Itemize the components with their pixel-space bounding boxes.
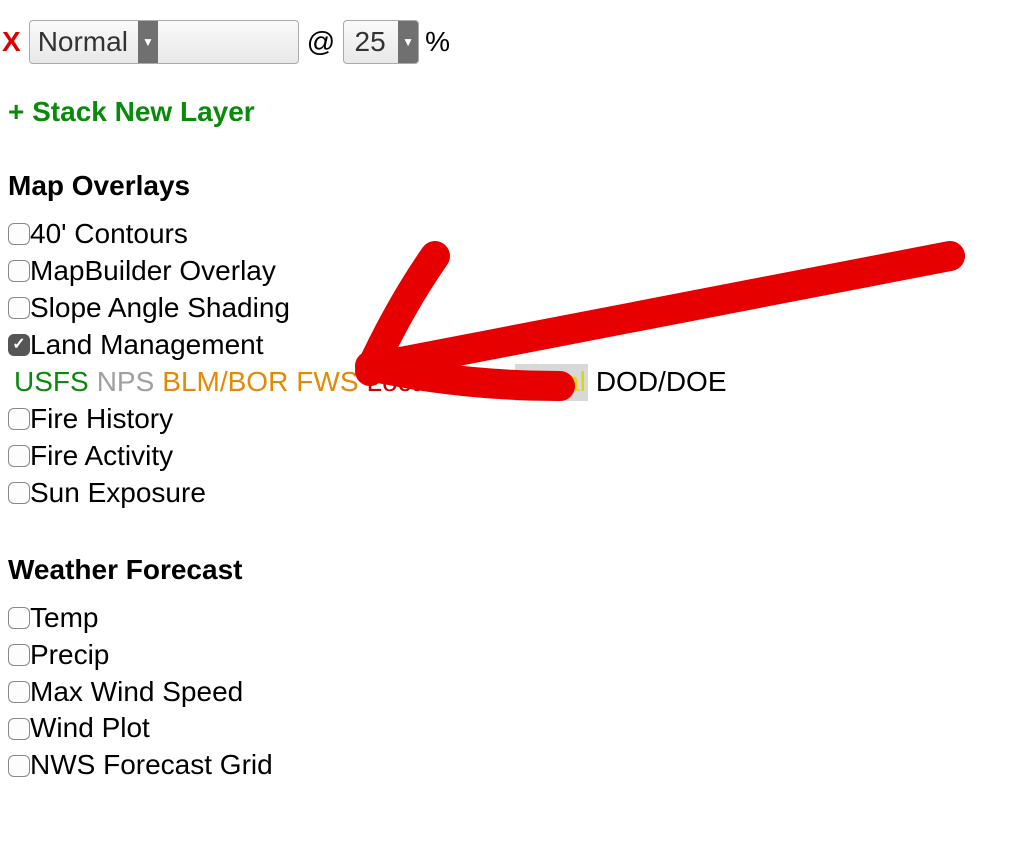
overlay-checkbox-fire-history[interactable]: [8, 408, 30, 430]
overlay-row-land-management: Land Management: [8, 327, 1016, 364]
forecast-checkbox-wind-plot[interactable]: [8, 718, 30, 740]
overlay-checkbox-land-management[interactable]: [8, 334, 30, 356]
overlay-label: MapBuilder Overlay: [30, 253, 276, 290]
weather-forecast-header: Weather Forecast: [8, 554, 1016, 586]
forecast-label: Precip: [30, 637, 109, 674]
overlay-row-fire-activity: Fire Activity: [8, 438, 1016, 475]
layer-type-value: Normal: [30, 21, 138, 63]
legend-state: State: [441, 364, 506, 401]
legend-nps: NPS: [97, 364, 155, 401]
stack-new-layer-button[interactable]: + Stack New Layer: [8, 96, 1016, 128]
overlay-label: Fire Activity: [30, 438, 173, 475]
legend-dod: DOD/DOE: [596, 364, 727, 401]
overlay-checkbox-mapbuilder[interactable]: [8, 260, 30, 282]
overlay-label: Sun Exposure: [30, 475, 206, 512]
overlay-label: Fire History: [30, 401, 173, 438]
forecast-checkbox-nws-grid[interactable]: [8, 755, 30, 777]
forecast-row-temp: Temp: [8, 600, 1016, 637]
forecast-label: NWS Forecast Grid: [30, 747, 273, 784]
delete-layer-button[interactable]: X: [2, 26, 21, 58]
dropdown-arrow-icon: ▼: [138, 21, 158, 63]
percent-label: %: [425, 26, 450, 58]
forecast-checkbox-wind-speed[interactable]: [8, 681, 30, 703]
overlay-label: Slope Angle Shading: [30, 290, 290, 327]
legend-local: Local: [367, 364, 434, 401]
overlay-row-sun-exposure: Sun Exposure: [8, 475, 1016, 512]
dropdown-arrow-icon: ▼: [398, 21, 418, 63]
overlay-label: 40' Contours: [30, 216, 188, 253]
forecast-row-nws-grid: NWS Forecast Grid: [8, 747, 1016, 784]
forecast-label: Max Wind Speed: [30, 674, 243, 711]
forecast-row-wind-plot: Wind Plot: [8, 710, 1016, 747]
legend-blm: BLM/BOR: [162, 364, 288, 401]
overlay-checkbox-slope[interactable]: [8, 297, 30, 319]
forecast-label: Temp: [30, 600, 98, 637]
forecast-row-wind-speed: Max Wind Speed: [8, 674, 1016, 711]
overlay-label: Land Management: [30, 327, 264, 364]
legend-usfs: USFS: [14, 364, 89, 401]
overlay-checkbox-sun-exposure[interactable]: [8, 482, 30, 504]
map-overlays-header: Map Overlays: [8, 170, 1016, 202]
overlay-row-fire-history: Fire History: [8, 401, 1016, 438]
overlay-checkbox-contours[interactable]: [8, 223, 30, 245]
legend-tribal: Tribal: [515, 364, 588, 401]
land-management-legend: USFS NPS BLM/BOR FWS Local State Tribal …: [14, 364, 1016, 401]
overlay-checkbox-fire-activity[interactable]: [8, 445, 30, 467]
at-sign-label: @: [305, 26, 337, 58]
legend-fws: FWS: [296, 364, 358, 401]
forecast-checkbox-precip[interactable]: [8, 644, 30, 666]
forecast-row-precip: Precip: [8, 637, 1016, 674]
forecast-label: Wind Plot: [30, 710, 150, 747]
opacity-value: 25: [344, 21, 398, 63]
overlay-row-slope: Slope Angle Shading: [8, 290, 1016, 327]
opacity-dropdown[interactable]: 25 ▼: [343, 20, 419, 64]
overlay-row-contours: 40' Contours: [8, 216, 1016, 253]
layer-type-dropdown[interactable]: Normal ▼: [29, 20, 299, 64]
overlay-row-mapbuilder: MapBuilder Overlay: [8, 253, 1016, 290]
layer-config-row: X Normal ▼ @ 25 ▼ %: [8, 20, 1016, 64]
forecast-checkbox-temp[interactable]: [8, 607, 30, 629]
